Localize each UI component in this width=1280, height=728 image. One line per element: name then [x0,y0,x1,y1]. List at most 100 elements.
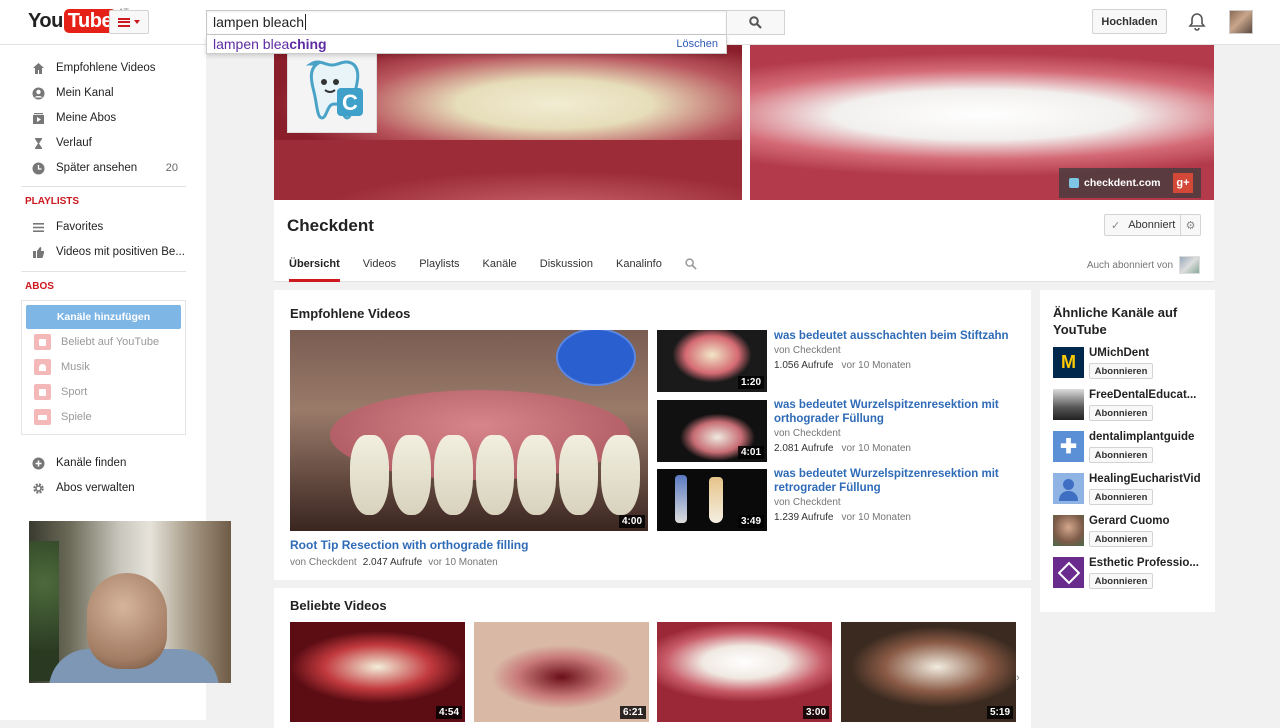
suggestion-suffix: ching [289,36,327,52]
sidebar-item-favorites[interactable]: Favorites [32,217,103,237]
tab-about[interactable]: Kanalinfo [616,258,662,282]
also-subscribed: Auch abonniert von [1087,256,1200,274]
umich-logo-icon[interactable]: M [1053,347,1084,378]
side-video-thumbnail[interactable]: 1:20 [657,330,767,392]
sidebar-item-label: Kanäle finden [56,457,127,469]
side-video-thumbnail[interactable]: 4:01 [657,400,767,462]
sidebar-sub-games[interactable]: Spiele [34,407,92,427]
channel-thumbnail[interactable] [1053,389,1084,420]
channel-title[interactable]: Checkdent [287,216,374,236]
subscribe-button[interactable]: Abonnieren [1089,405,1153,421]
popular-video-thumbnail[interactable]: 3:00 [657,622,832,722]
chevron-down-icon [134,20,140,24]
guide-menu-button[interactable] [109,10,149,34]
default-avatar-icon[interactable] [1053,473,1084,504]
channel-name[interactable]: FreeDentalEducat... [1089,389,1213,401]
channel-thumbnail[interactable] [1053,515,1084,546]
side-video-thumbnail[interactable]: 3:49 [657,469,767,531]
similar-channels-heading: Ähnliche Kanäle auf YouTube [1053,305,1178,337]
subscription-settings-gear-icon[interactable]: ⚙ [1180,215,1200,235]
tab-overview[interactable]: Übersicht [289,258,340,282]
google-plus-link[interactable]: g+ [1173,173,1193,193]
sidebar-sub-popular[interactable]: Beliebt auf YouTube [34,332,159,352]
sidebar-item-watch-later[interactable]: Später ansehen [32,158,182,178]
channel-name[interactable]: Gerard Cuomo [1089,515,1213,527]
sidebar-item-history[interactable]: Verlauf [32,133,92,153]
dental-cross-icon[interactable]: ✚ [1053,431,1084,462]
channel-name[interactable]: Esthetic Professio... [1089,557,1213,569]
tab-channels[interactable]: Kanäle [483,258,517,282]
search-icon [749,16,762,29]
video-author[interactable]: von Checkdent [774,428,1019,439]
banner-left-lip [274,140,742,200]
chevron-right-icon[interactable]: › [1016,672,1020,684]
divider [21,186,186,187]
sidebar-sub-music[interactable]: Musik [34,357,90,377]
video-author[interactable]: von Checkdent [290,557,357,568]
subscriber-avatar[interactable] [1179,256,1200,274]
channel-name[interactable]: dentalimplantguide [1089,431,1213,443]
featured-main-thumbnail[interactable]: 4:00 [290,330,648,531]
popular-heading[interactable]: Beliebte Videos [290,598,387,613]
video-duration: 4:01 [737,446,764,459]
user-avatar[interactable] [1229,10,1253,34]
subscribe-button[interactable]: Abonnieren [1089,363,1153,379]
subscribe-button[interactable]: Abonnieren [1089,447,1153,463]
upload-button[interactable]: Hochladen [1092,9,1167,34]
suggestion-delete-link[interactable]: Löschen [676,38,718,50]
sidebar-item-my-channel[interactable]: Mein Kanal [32,83,114,103]
channel-name[interactable]: UMichDent [1089,347,1213,359]
abos-heading[interactable]: ABOS [25,281,54,292]
hourglass-icon [35,137,42,149]
subscribe-button[interactable]: Abonnieren [1089,531,1153,547]
banner-links: checkdent.com g+ [1059,168,1201,198]
popular-video-thumbnail[interactable]: 4:54 [290,622,465,722]
sidebar-item-label: Favorites [56,221,104,233]
website-link[interactable]: checkdent.com [1069,177,1160,189]
popular-video-thumbnail[interactable]: 5:19 [841,622,1016,722]
similar-channel: HealingEucharistVid Abonnieren [1053,473,1213,507]
channel-search-icon[interactable] [685,258,697,282]
add-channels-button[interactable]: Kanäle hinzufügen [26,305,181,329]
search-button[interactable] [726,10,785,35]
tab-playlists[interactable]: Playlists [419,258,459,282]
tooth-logo-icon: C [305,60,363,120]
sidebar-item-manage-subscriptions[interactable]: Abos verwalten [32,478,135,498]
side-video-title[interactable]: was bedeutet ausschachten beim Stiftzahn [774,329,1019,343]
hamburger-icon [118,17,130,27]
popular-channel-icon [34,334,51,350]
subscribe-button[interactable]: Abonnieren [1089,573,1153,589]
sidebar-sub-sport[interactable]: Sport [34,382,87,402]
channel-name[interactable]: HealingEucharistVid [1089,473,1213,485]
subscribe-button[interactable]: Abonnieren [1089,489,1153,505]
search-input-value: lampen bleach [213,14,305,30]
search-input[interactable]: lampen bleach [206,10,727,35]
video-author[interactable]: von Checkdent [774,497,1019,508]
side-video-title[interactable]: was bedeutet Wurzelspitzenresektion mit … [774,467,1019,495]
subscribed-button[interactable]: ✓ Abonniert ⚙ [1104,214,1201,236]
clock-icon [32,162,45,174]
sidebar-item-recommended[interactable]: Empfohlene Videos [32,58,156,78]
channel-header: Checkdent ✓ Abonniert ⚙ Übersicht Videos… [274,200,1214,282]
subscribed-label: Abonniert [1128,219,1176,231]
popular-video-thumbnail[interactable]: 6:21 [474,622,649,722]
tab-videos[interactable]: Videos [363,258,396,282]
sidebar-item-liked-videos[interactable]: Videos mit positiven Be... [32,242,185,262]
featured-heading[interactable]: Empfohlene Videos [290,306,410,321]
webcam-plant [29,541,59,681]
notifications-bell-icon[interactable] [1188,12,1206,35]
featured-main-meta: von Checkdent 2.047 Aufrufe vor 10 Monaten [290,557,498,568]
sub-label: Sport [61,386,88,398]
video-author[interactable]: von Checkdent [774,345,1019,356]
video-duration: 3:00 [802,706,829,719]
side-video-title[interactable]: was bedeutet Wurzelspitzenresektion mit … [774,398,1019,426]
playlists-heading[interactable]: PLAYLISTS [25,196,79,207]
person-icon [32,87,45,99]
esthetic-logo-icon[interactable] [1053,557,1084,588]
sidebar-item-my-subscriptions[interactable]: Meine Abos [32,108,116,128]
featured-main-title[interactable]: Root Tip Resection with orthograde filli… [290,538,528,552]
search-suggestion[interactable]: lampen bleaching Löschen [206,35,727,54]
sidebar-item-find-channels[interactable]: Kanäle finden [32,453,126,473]
channel-logo[interactable]: C [287,45,377,133]
tab-discussion[interactable]: Diskussion [540,258,593,282]
